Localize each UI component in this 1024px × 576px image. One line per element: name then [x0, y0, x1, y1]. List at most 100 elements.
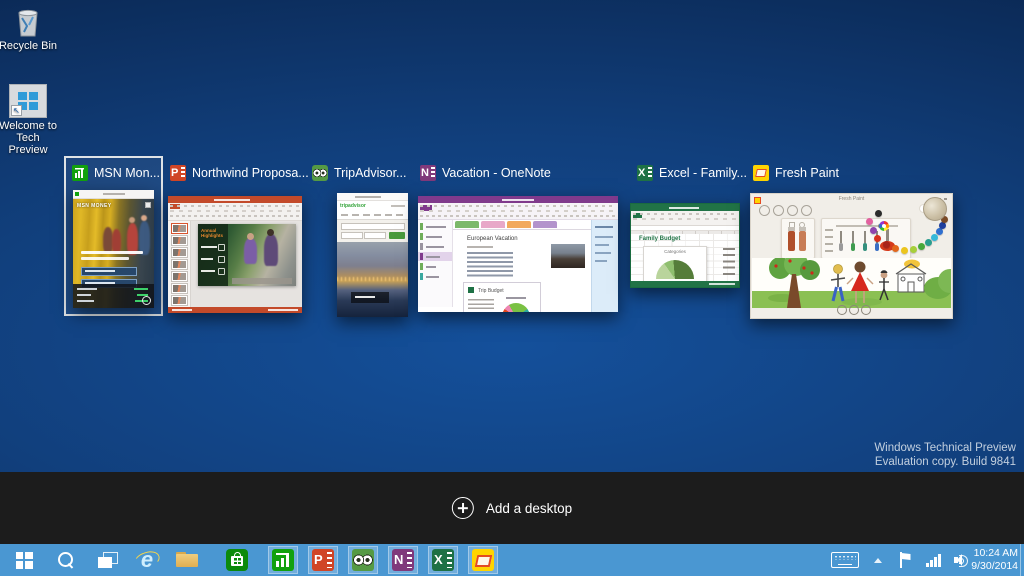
- onenote-notebook-pane: [418, 220, 453, 307]
- chevron-up-icon: [874, 557, 882, 563]
- canvas-tool-button: [837, 305, 847, 315]
- desktop: Recycle Bin ↖ Welcome to Tech Preview Wi…: [0, 0, 1024, 576]
- network-button[interactable]: [922, 544, 946, 576]
- powerpoint-icon: P: [312, 549, 334, 571]
- task-view-icon: [98, 552, 118, 568]
- keyboard-icon: [831, 552, 859, 568]
- taskbar-app-onenote[interactable]: N: [388, 546, 418, 574]
- onenote-icon: N: [420, 165, 436, 181]
- desktop-icon-welcome-tech-preview[interactable]: ↖ Welcome to Tech Preview: [0, 84, 60, 156]
- onenote-page-title: European Vacation: [467, 236, 518, 242]
- store-icon: [226, 549, 248, 571]
- taskview-thumbnail-fresh-paint[interactable]: Fresh Paint: [750, 193, 953, 319]
- taskview-title-excel[interactable]: X Excel - Family...: [637, 164, 747, 182]
- taskbar-app-msn-money[interactable]: [268, 546, 298, 574]
- search-button[interactable]: [50, 544, 82, 576]
- tripadvisor-nav: [337, 211, 408, 220]
- build-watermark: Windows Technical Preview Evaluation cop…: [874, 441, 1016, 469]
- taskview-title-powerpoint[interactable]: P Northwind Proposa...: [170, 164, 309, 182]
- file-explorer-button[interactable]: [170, 544, 204, 576]
- touch-keyboard-button[interactable]: [828, 544, 862, 576]
- powerpoint-slide: Annual Highlights: [198, 224, 296, 286]
- internet-explorer-icon: e: [135, 549, 159, 571]
- excel-statusbar: [631, 281, 739, 287]
- taskview-title-msn-money[interactable]: MSN Mon...: [72, 164, 160, 182]
- msn-window-content: MSN MONEY: [73, 199, 154, 308]
- palette-dot: [875, 210, 882, 217]
- action-center-button[interactable]: [894, 544, 916, 576]
- taskview-title-tripadvisor[interactable]: TripAdvisor...: [312, 164, 406, 182]
- clock-time: 10:24 AM: [973, 547, 1018, 559]
- taskbar-app-excel[interactable]: X: [428, 546, 458, 574]
- taskbar: e P N X 10:24 AM 9/30/2014: [0, 544, 1024, 576]
- taskview-thumbnail-msn-money[interactable]: MSN MONEY: [73, 190, 154, 308]
- window-title-label: MSN Mon...: [94, 166, 160, 180]
- taskview-thumbnail-tripadvisor[interactable]: tripadvisor: [337, 193, 408, 317]
- plus-circle-icon: [451, 497, 474, 519]
- tripadvisor-titlebar: [337, 193, 408, 201]
- msn-money-brand: MSN MONEY: [77, 203, 112, 209]
- show-hidden-icons-button[interactable]: [868, 544, 888, 576]
- taskview-thumbnail-powerpoint[interactable]: Annual Highlights: [168, 196, 302, 313]
- silver-paint-blob: [923, 197, 947, 221]
- onenote-section-tabs: [453, 220, 591, 230]
- taskbar-clock[interactable]: 10:24 AM 9/30/2014: [971, 547, 1018, 573]
- window-title-label: Northwind Proposa...: [192, 166, 309, 180]
- fresh-paint-icon: [753, 165, 769, 181]
- onenote-titlebar: [418, 196, 618, 203]
- taskview-thumbnail-onenote[interactable]: European Vacation Trip Budget: [418, 196, 618, 312]
- fresh-paint-icon: [472, 549, 494, 571]
- add-desktop-button[interactable]: Add a desktop: [451, 497, 573, 519]
- msn-money-icon: [72, 165, 88, 181]
- excel-values-column: [723, 248, 735, 278]
- fresh-paint-canvas: [752, 252, 952, 308]
- taskbar-app-powerpoint[interactable]: P: [308, 546, 338, 574]
- fresh-paint-window-title: Fresh Paint: [838, 196, 865, 202]
- search-icon: [57, 551, 75, 569]
- start-button[interactable]: [8, 544, 40, 576]
- window-title-label: Excel - Family...: [659, 166, 747, 180]
- search-button: [389, 232, 405, 239]
- msn-menu-icon: [145, 202, 151, 208]
- desktop-icon-recycle-bin[interactable]: Recycle Bin: [0, 6, 60, 52]
- taskview-thumbnail-excel[interactable]: Family Budget Categories: [630, 203, 740, 288]
- budget-table: [468, 299, 494, 312]
- onenote-list: [467, 252, 513, 278]
- excel-icon: X: [432, 549, 454, 571]
- watermark-line1: Windows Technical Preview: [874, 442, 1016, 454]
- msn-window-titlebar: [73, 190, 154, 199]
- tripadvisor-photo: [337, 242, 408, 317]
- tripadvisor-logo: tripadvisor: [340, 203, 366, 209]
- msn-money-icon: [272, 549, 294, 571]
- onenote-page: European Vacation Trip Budget: [453, 230, 591, 312]
- powerpoint-titlebar: [168, 196, 302, 203]
- powerpoint-statusbar: [168, 307, 302, 313]
- desktop-icon-label: Welcome to Tech Preview: [0, 120, 57, 156]
- embed-title: Trip Budget: [478, 288, 504, 294]
- msn-ticker-strip: [73, 284, 154, 308]
- photo-caption: [351, 292, 389, 303]
- budget-pie-chart: [502, 303, 530, 312]
- powerpoint-ribbon: [168, 203, 302, 221]
- paint-tubes-panel: [781, 218, 815, 259]
- excel-grid: Family Budget Categories: [631, 234, 739, 284]
- onenote-pages-pane: [591, 220, 618, 312]
- internet-explorer-button[interactable]: e: [130, 544, 164, 576]
- task-view-bottom-strip: Add a desktop: [0, 472, 1024, 544]
- task-view-button[interactable]: [92, 544, 124, 576]
- network-signal-icon: [926, 553, 942, 567]
- taskbar-app-tripadvisor[interactable]: [348, 546, 378, 574]
- tripadvisor-icon: [312, 165, 328, 181]
- excel-mini-icon: [468, 287, 474, 293]
- store-button[interactable]: [222, 544, 252, 576]
- slide-headline: Annual Highlights: [201, 228, 223, 238]
- taskview-title-fresh-paint[interactable]: Fresh Paint: [753, 164, 839, 182]
- onenote-embedded-spreadsheet: Trip Budget: [463, 282, 541, 312]
- show-desktop-button[interactable]: [1020, 544, 1024, 576]
- excel-icon: X: [637, 165, 653, 181]
- window-title-label: Fresh Paint: [775, 166, 839, 180]
- add-desktop-label: Add a desktop: [485, 500, 573, 516]
- taskview-title-onenote[interactable]: N Vacation - OneNote: [420, 164, 551, 182]
- watermark-line2: Evaluation copy. Build 9841: [874, 456, 1016, 468]
- taskbar-app-fresh-paint[interactable]: [468, 546, 498, 574]
